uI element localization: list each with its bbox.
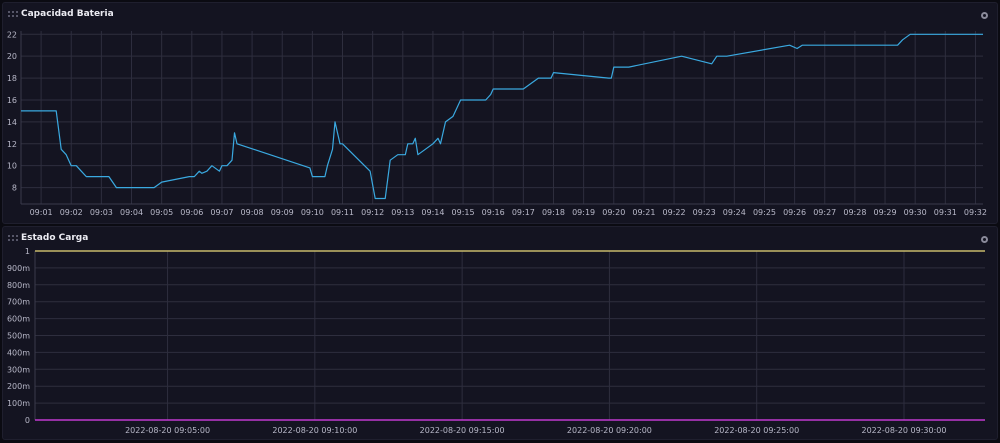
y-tick-label: 700m [7,298,30,307]
y-tick-label: 0 [25,416,30,425]
x-tick-label: 09:25 [753,208,776,217]
y-tick-label: 12 [7,140,17,149]
x-tick-label: 09:18 [542,208,565,217]
x-tick-label: 09:29 [874,208,897,217]
y-tick-label: 20 [7,52,17,61]
y-tick-label: 14 [7,118,17,127]
x-tick-label: 09:03 [90,208,113,217]
y-tick-label: 10 [7,162,17,171]
panel-estado-carga: Estado Carga 0 100m 200m 300m 400m 500m 600m 70… [2,226,998,440]
y-tick-label: 300m [7,365,30,374]
x-tick-label: 09:17 [512,208,535,217]
x-tick-label: 2022-08-20 09:20:00 [567,426,652,435]
y-tick-label: 8 [12,184,17,193]
x-tick-label: 09:08 [241,208,264,217]
x-tick-label: 09:01 [30,208,53,217]
y-tick-label: 100m [7,399,30,408]
x-tick-label: 09:13 [391,208,414,217]
panel-capacidad-bateria: Capacidad Bateria 8 10 12 14 16 18 20 22 09:01 09… [2,2,998,224]
x-tick-label: 2022-08-20 09:10:00 [272,426,357,435]
x-tick-label: 09:21 [632,208,655,217]
y-tick-label: 800m [7,281,30,290]
x-tick-label: 09:28 [843,208,866,217]
y-tick-label: 16 [7,96,17,105]
battery-capacity-chart: 8 10 12 14 16 18 20 22 09:01 09:02 09:03 09:04 09:05… [7,30,987,217]
x-tick-label: 09:26 [783,208,806,217]
battery-series-line [21,33,983,200]
x-tick-label: 09:16 [482,208,505,217]
x-tick-label: 09:04 [120,208,143,217]
x-tick-label: 09:06 [180,208,203,217]
x-tick-label: 09:15 [452,208,475,217]
y-tick-label: 1 [25,247,30,256]
x-tick-label: 09:31 [934,208,957,217]
x-tick-label: 2022-08-20 09:15:00 [420,426,505,435]
x-tick-label: 09:32 [964,208,987,217]
y-tick-label: 600m [7,315,30,324]
y-tick-label: 22 [7,30,17,39]
x-tick-label: 09:19 [572,208,595,217]
x-tick-label: 09:02 [60,208,83,217]
x-tick-label: 09:14 [421,208,444,217]
x-tick-label: 09:12 [361,208,384,217]
x-tick-label: 09:24 [723,208,746,217]
x-tick-label: 09:09 [271,208,294,217]
y-tick-label: 200m [7,382,30,391]
y-tick-label: 500m [7,332,30,341]
x-tick-label: 09:10 [301,208,324,217]
x-tick-label: 09:20 [602,208,625,217]
x-tick-label: 09:27 [813,208,836,217]
x-tick-label: 09:07 [210,208,233,217]
x-tick-label: 09:11 [331,208,354,217]
x-tick-label: 2022-08-20 09:05:00 [125,426,210,435]
charge-state-chart: 0 100m 200m 300m 400m 500m 600m 700m 800m 900m 1 20… [7,247,985,435]
x-tick-label: 09:30 [904,208,927,217]
x-tick-label: 09:22 [663,208,686,217]
x-tick-label: 2022-08-20 09:30:00 [862,426,947,435]
x-tick-label: 09:23 [693,208,716,217]
x-tick-label: 2022-08-20 09:25:00 [714,426,799,435]
x-tick-label: 09:05 [150,208,173,217]
y-tick-label: 400m [7,348,30,357]
y-tick-label: 18 [7,74,17,83]
y-tick-label: 900m [7,264,30,273]
